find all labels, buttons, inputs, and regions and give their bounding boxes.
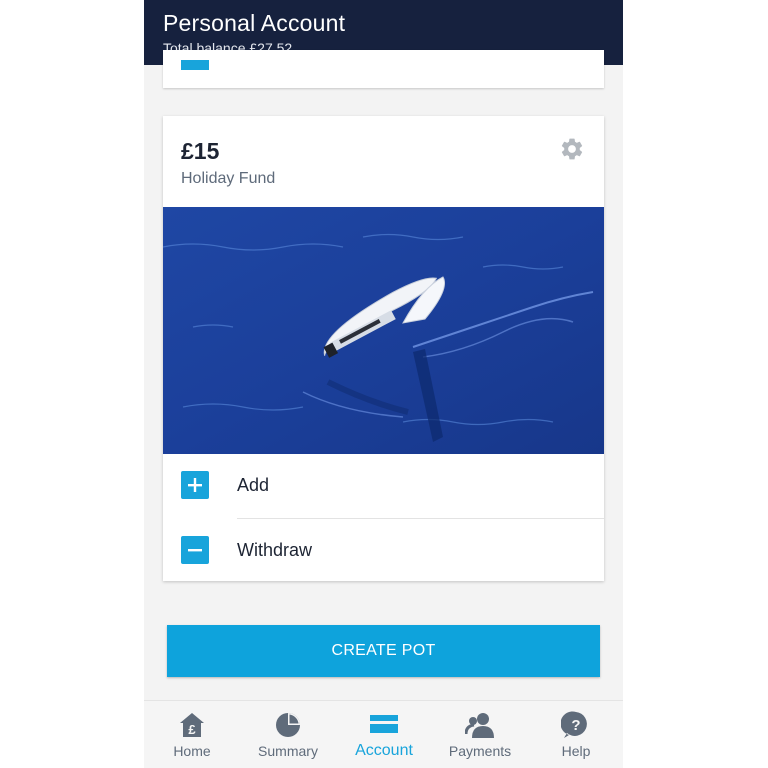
add-label: Add: [237, 475, 270, 495]
withdraw-label: Withdraw: [237, 540, 313, 560]
pot-photo: [163, 207, 604, 454]
nav-label-summary: Summary: [258, 743, 318, 759]
nav-label-help: Help: [561, 743, 591, 759]
withdraw-button[interactable]: Withdraw: [163, 519, 604, 581]
page-title: Personal Account: [163, 10, 346, 36]
create-pot-button[interactable]: CREATE POT: [167, 625, 600, 677]
nav-label-home: Home: [173, 743, 211, 759]
minus-icon: [181, 536, 209, 564]
svg-text:£: £: [188, 722, 196, 737]
card-icon: [370, 715, 398, 733]
gear-icon[interactable]: [559, 136, 585, 162]
plus-icon: [181, 471, 209, 499]
app-screen: Personal Account Total balance £27.52 £1…: [144, 0, 623, 768]
home-pound-icon: £: [180, 713, 204, 737]
minus-button-partial[interactable]: [181, 60, 209, 70]
previous-pot-card: [163, 50, 604, 88]
nav-item-help[interactable]: ? Help: [528, 701, 623, 768]
pot-card: £15 Holiday Fund Add Withdraw: [163, 116, 604, 581]
nav-label-account: Account: [355, 742, 413, 759]
people-icon: [465, 713, 494, 738]
nav-label-payments: Payments: [448, 743, 512, 759]
add-button[interactable]: Add: [163, 454, 604, 516]
bottom-nav: £ Home Summary Account Payments ? Help: [144, 700, 623, 768]
pot-name: Holiday Fund: [181, 170, 276, 187]
question-icon: ?: [561, 711, 587, 738]
pot-amount: £15: [181, 138, 220, 164]
pie-chart-icon: [276, 713, 300, 737]
nav-item-account[interactable]: Account: [336, 701, 432, 768]
nav-item-summary[interactable]: Summary: [240, 701, 336, 768]
nav-item-payments[interactable]: Payments: [432, 701, 528, 768]
svg-text:?: ?: [571, 717, 580, 734]
nav-item-home[interactable]: £ Home: [144, 701, 240, 768]
